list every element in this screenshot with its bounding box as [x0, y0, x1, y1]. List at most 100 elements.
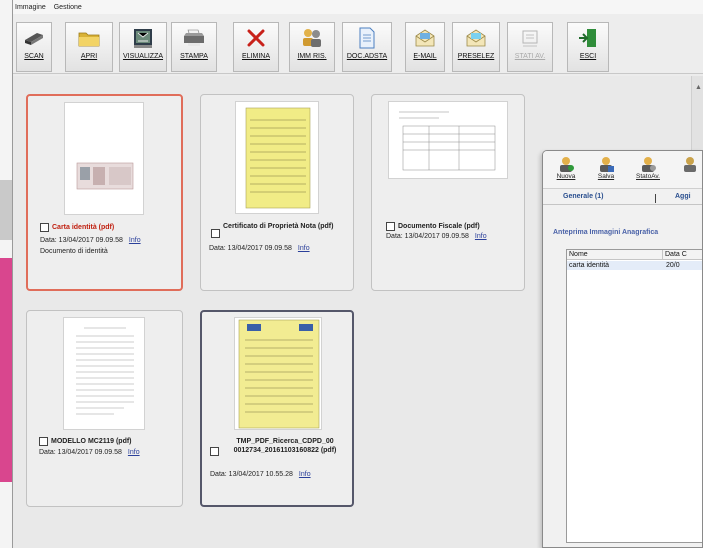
document-date-text: Data: 13/04/2017 10.55.28: [210, 471, 293, 478]
document-title: MODELLO MC2119 (pdf): [51, 438, 132, 445]
scroll-up-arrow-icon[interactable]: ▲: [693, 84, 703, 96]
info-link[interactable]: Info: [129, 237, 141, 244]
select-checkbox[interactable]: [210, 447, 219, 456]
menu-immagine[interactable]: Immagine: [15, 4, 46, 11]
document-thumbnail: [234, 317, 322, 430]
email-label: E-MAIL: [413, 53, 437, 60]
tab-divider: [655, 194, 656, 203]
stati-av-button[interactable]: STATI AV.: [507, 22, 553, 72]
background-window-panel: [0, 180, 12, 240]
stato-av-label: StatoAv.: [636, 173, 660, 180]
imm-ris-button[interactable]: IMM RIS.: [289, 22, 335, 72]
column-header-nome[interactable]: Nome: [567, 250, 663, 260]
document-title: Carta identità (pdf): [52, 224, 115, 231]
visualizza-label: VISUALIZZA: [122, 53, 164, 60]
document-date: Data: 13/04/2017 10.55.28 Info: [210, 471, 311, 478]
document-title: Certificato di Proprietà Nota (pdf): [223, 223, 334, 230]
document-date-text: Data: 13/04/2017 09.09.58: [209, 245, 292, 252]
user-save-icon: [600, 157, 614, 172]
stato-av-button[interactable]: StatoAv.: [631, 155, 665, 187]
select-checkbox[interactable]: [40, 223, 49, 232]
document-date: Data: 13/04/2017 09.09.58 Info: [209, 245, 310, 252]
document-date-text: Data: 13/04/2017 09.09.58: [40, 237, 123, 244]
document-card-tmp-pdf[interactable]: TMP_PDF_Ricerca_CDPD_00 0012734_20161103…: [200, 310, 354, 507]
esci-label: ESCI: [579, 53, 597, 60]
info-link[interactable]: Info: [298, 245, 310, 252]
anagrafica-tabs: Generale (1) Aggi: [543, 191, 702, 205]
folder-icon: [66, 23, 112, 53]
document-date-text: Data: 13/04/2017 09.09.58: [386, 233, 469, 240]
row-nome: carta identità: [569, 262, 610, 269]
row-data: 20/0: [666, 262, 680, 269]
delete-x-icon: [234, 23, 278, 53]
more-button[interactable]: [673, 155, 702, 187]
nuova-button[interactable]: Nuova: [549, 155, 583, 187]
salva-label: Salva: [597, 173, 615, 180]
anagrafica-image-table[interactable]: Nome Data C carta identità 20/0: [566, 249, 702, 543]
visualizza-button[interactable]: VISUALIZZA: [119, 22, 167, 72]
document-card-certificato[interactable]: Certificato di Proprietà Nota (pdf) Data…: [200, 94, 354, 291]
anagrafica-toolbar: Nuova Salva StatoAv.: [543, 151, 702, 189]
info-link[interactable]: Info: [128, 449, 140, 456]
table-row[interactable]: carta identità 20/0: [567, 261, 702, 270]
esci-button[interactable]: ESCI: [567, 22, 609, 72]
user-new-icon: [560, 157, 574, 172]
document-thumbnail: [235, 101, 319, 214]
select-checkbox[interactable]: [211, 229, 220, 238]
column-header-data[interactable]: Data C: [663, 250, 702, 260]
stampa-label: STAMPA: [180, 53, 208, 60]
exit-door-icon: [568, 23, 608, 53]
anagrafica-window: Nuova Salva StatoAv. Generale (1) Aggi A…: [542, 150, 703, 548]
people-icon: [290, 23, 334, 53]
document-card-carta-identita[interactable]: Carta identità (pdf) Data: 13/04/2017 09…: [26, 94, 183, 291]
preselez-label: PRESELEZ: [457, 53, 495, 60]
status-icon: [508, 23, 552, 53]
select-checkbox[interactable]: [39, 437, 48, 446]
document-card-modello-mc2119[interactable]: MODELLO MC2119 (pdf) Data: 13/04/2017 09…: [26, 310, 183, 507]
user-status-icon: [642, 157, 656, 172]
document-title: Documento Fiscale (pdf): [398, 223, 480, 230]
salva-button[interactable]: Salva: [589, 155, 623, 187]
document-date: Data: 13/04/2017 09.09.58 Info: [386, 233, 487, 240]
scanner-icon: [17, 23, 51, 53]
select-checkbox[interactable]: [386, 222, 395, 231]
toolbar: SCAN APRI VISUALIZZA STAMPA ELIMINA IMM …: [13, 14, 703, 74]
doc-adsta-button[interactable]: DOC.ADSTA: [342, 22, 392, 72]
document-thumbnail: [388, 101, 508, 179]
document-thumbnail: [63, 317, 145, 430]
tab-generale[interactable]: Generale (1): [563, 193, 603, 200]
user-icon: [684, 157, 696, 172]
background-window-accent: [0, 258, 12, 482]
document-date: Data: 13/04/2017 09.09.58 Info: [40, 237, 141, 244]
view-document-icon: [120, 23, 166, 53]
imm-ris-label: IMM RIS.: [297, 53, 327, 60]
envelope-icon: [406, 23, 444, 53]
anteprima-heading: Anteprima Immagini Anagrafica: [553, 229, 659, 236]
stati-av-label: STATI AV.: [514, 53, 546, 60]
apri-label: APRI: [80, 53, 98, 60]
printer-icon: [172, 23, 216, 53]
document-icon: [343, 23, 391, 53]
scan-label: SCAN: [24, 53, 44, 60]
doc-adsta-label: DOC.ADSTA: [346, 53, 388, 60]
document-card-documento-fiscale[interactable]: Documento Fiscale (pdf) Data: 13/04/2017…: [371, 94, 525, 291]
email-button[interactable]: E-MAIL: [405, 22, 445, 72]
preselez-button[interactable]: PRESELEZ: [452, 22, 500, 72]
scan-button[interactable]: SCAN: [16, 22, 52, 72]
document-title: TMP_PDF_Ricerca_CDPD_00 0012734_20161103…: [233, 438, 337, 454]
menu-bar: Immagine Gestione: [13, 0, 703, 14]
envelope-select-icon: [453, 23, 499, 53]
info-link[interactable]: Info: [299, 471, 311, 478]
menu-gestione[interactable]: Gestione: [54, 4, 82, 11]
info-link[interactable]: Info: [475, 233, 487, 240]
nuova-label: Nuova: [556, 173, 576, 180]
document-date: Data: 13/04/2017 09.09.58 Info: [39, 449, 140, 456]
elimina-label: ELIMINA: [241, 53, 270, 60]
document-date-text: Data: 13/04/2017 09.09.58: [39, 449, 122, 456]
apri-button[interactable]: APRI: [65, 22, 113, 72]
elimina-button[interactable]: ELIMINA: [233, 22, 279, 72]
document-thumbnail: [64, 102, 144, 215]
document-description: Documento di identità: [40, 248, 108, 255]
stampa-button[interactable]: STAMPA: [171, 22, 217, 72]
tab-aggiuntivi[interactable]: Aggi: [675, 193, 691, 200]
